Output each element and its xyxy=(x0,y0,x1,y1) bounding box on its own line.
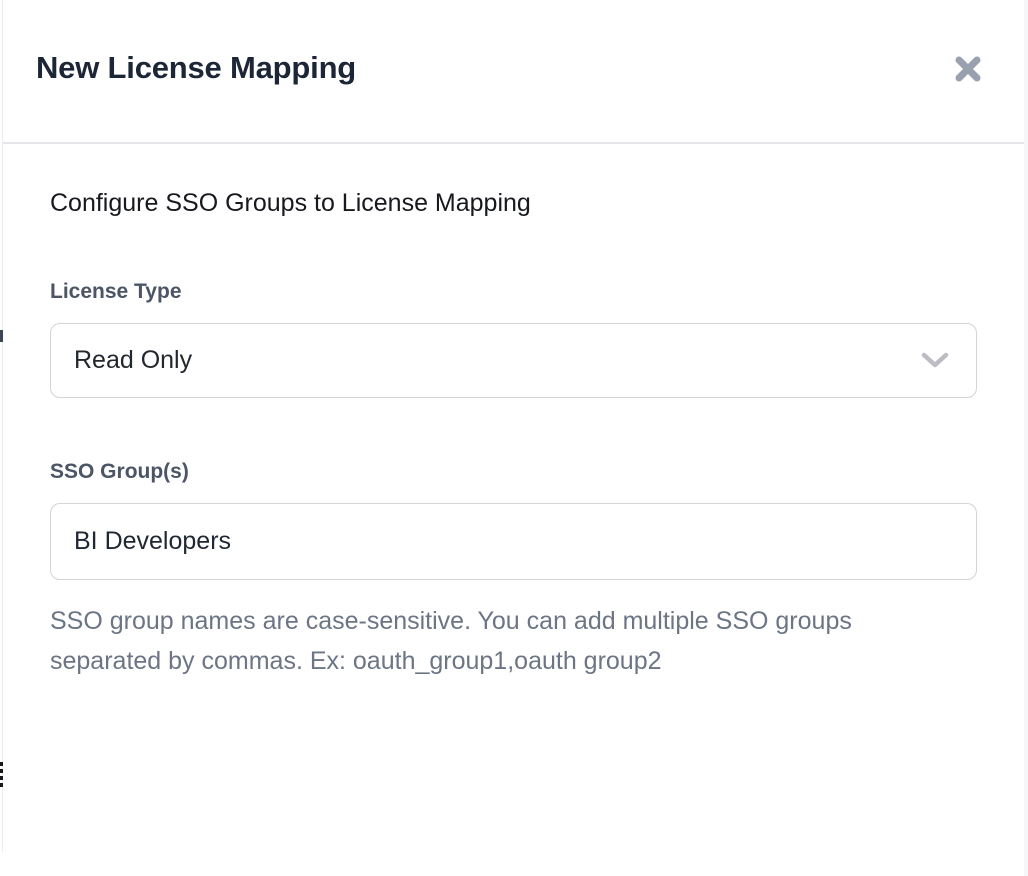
dialog-header: New License Mapping xyxy=(3,0,1024,142)
close-icon xyxy=(951,52,985,86)
license-type-label: License Type xyxy=(50,278,182,306)
license-type-select[interactable]: Read Only xyxy=(50,323,977,398)
new-license-mapping-dialog: New License Mapping Configure SSO Groups… xyxy=(3,0,1024,876)
sso-groups-helper-text: SSO group names are case-sensitive. You … xyxy=(50,601,852,681)
header-divider xyxy=(3,142,1024,144)
background-page-gutter xyxy=(1024,0,1028,876)
page-background: New License Mapping Configure SSO Groups… xyxy=(0,0,1028,876)
license-type-selected-value: Read Only xyxy=(74,346,192,375)
close-button[interactable] xyxy=(947,48,989,90)
dialog-title: New License Mapping xyxy=(36,46,356,90)
chevron-down-icon xyxy=(920,351,950,371)
helper-line-2: separated by commas. Ex: oauth_group1,oa… xyxy=(50,647,662,675)
sso-groups-input[interactable] xyxy=(50,503,977,580)
dialog-subtitle: Configure SSO Groups to License Mapping xyxy=(50,186,531,220)
sso-groups-label: SSO Group(s) xyxy=(50,458,189,486)
helper-line-1: SSO group names are case-sensitive. You … xyxy=(50,607,852,635)
